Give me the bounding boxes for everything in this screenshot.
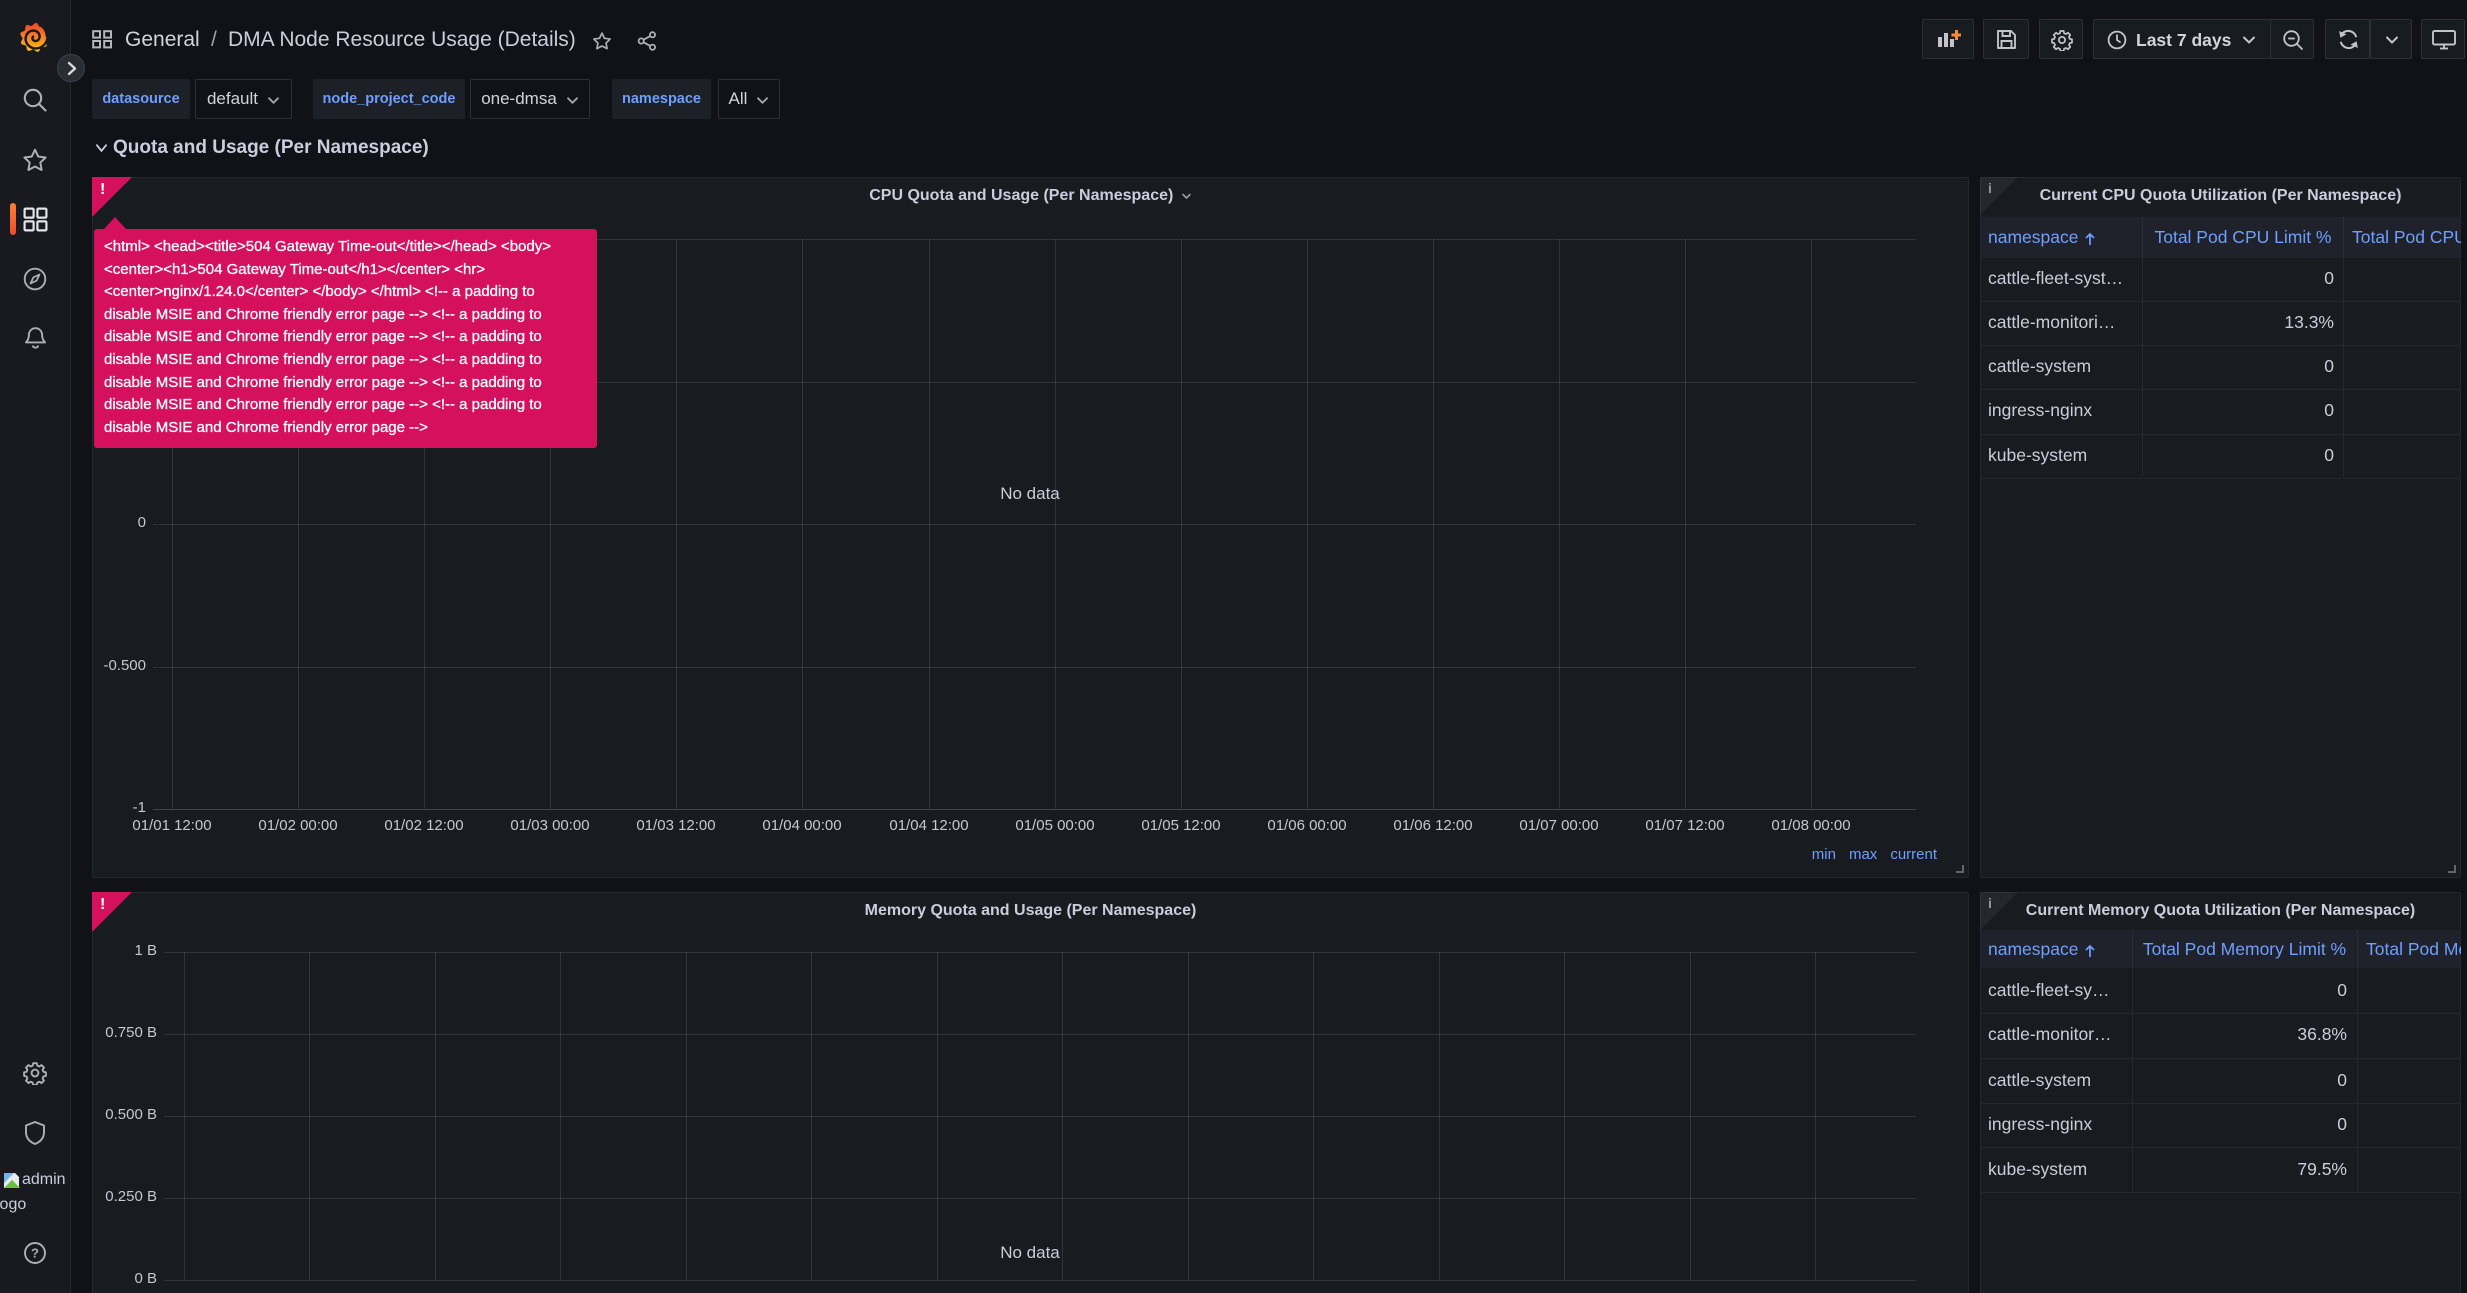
svg-text:?: ? [31,1245,39,1260]
